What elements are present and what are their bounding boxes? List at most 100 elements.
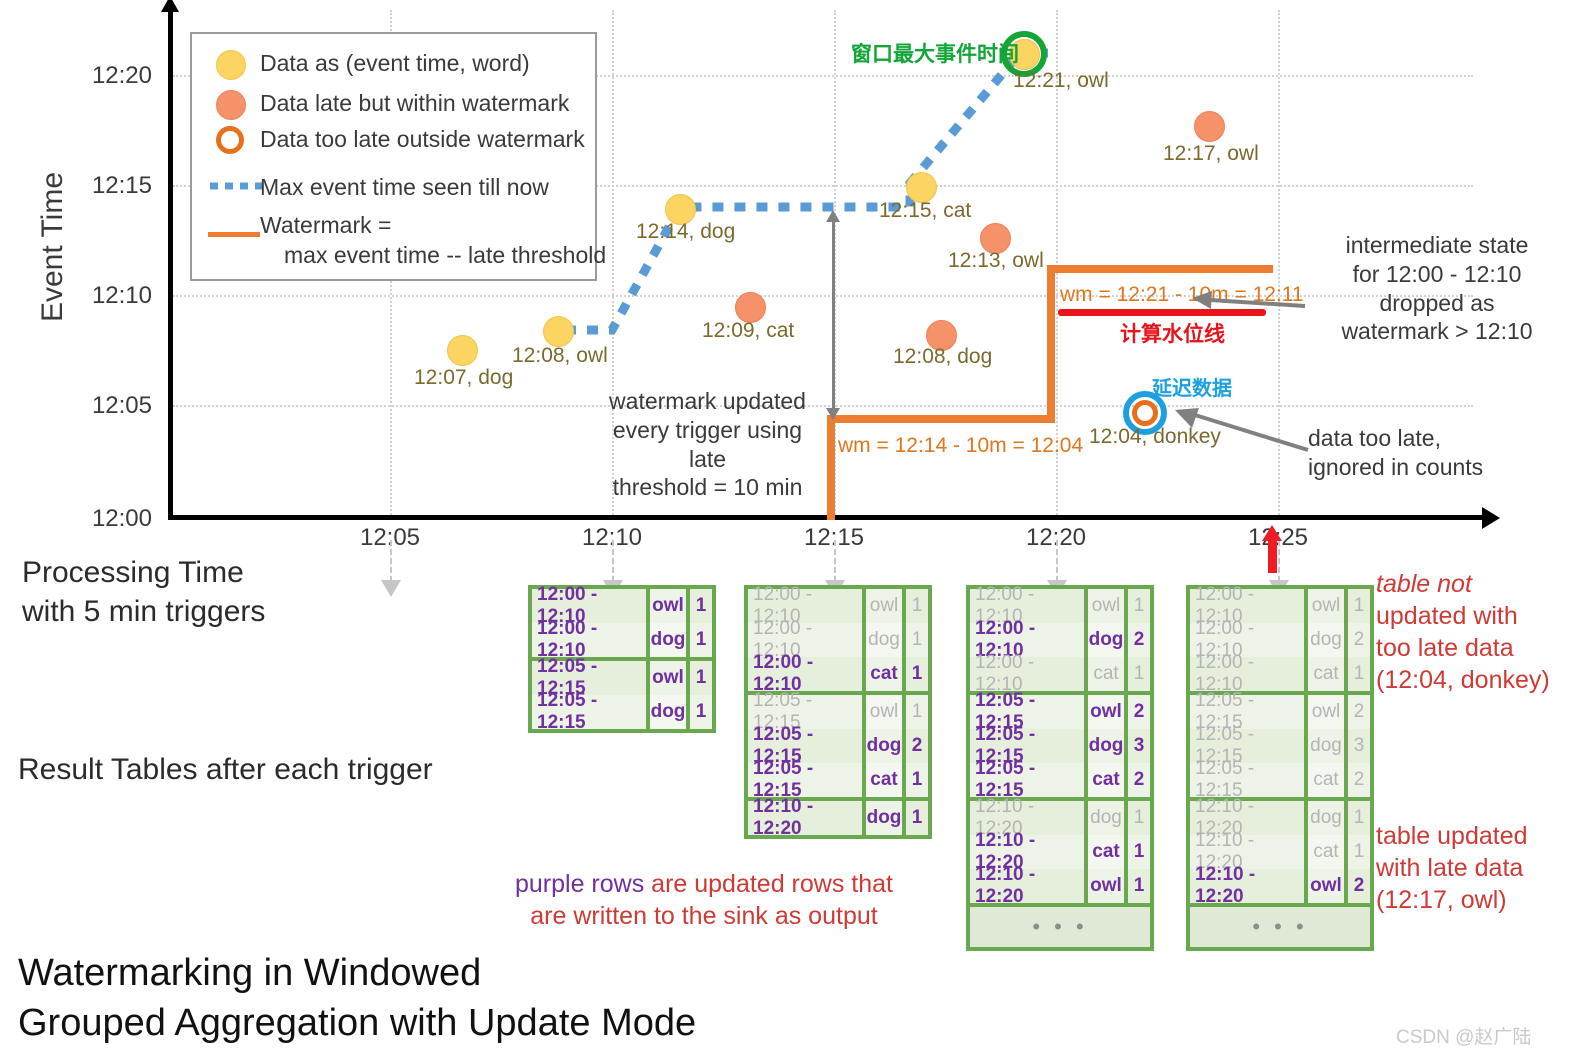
y-tick-1205: 12:05	[91, 392, 152, 419]
result-table-trigger-1220[interactable]: 12:00 - 12:10 owl 1 12:00 - 12:10 dog 2 12:00 …	[966, 584, 1154, 951]
table-cell-window: 12:05 - 12:15	[1190, 758, 1308, 801]
purple-rows-rest: are updated rows that	[644, 870, 893, 898]
table-cell-word: cat	[1088, 657, 1128, 691]
table-row-group: 12:10 - 12:20 dog 1 12:10 - 12:20 cat 1 12:10 …	[1190, 796, 1370, 907]
table-cell-count: 1	[1128, 835, 1150, 869]
y-tick-1215: 12:15	[91, 172, 152, 199]
table-cell-word: dog	[1308, 801, 1348, 835]
intermediate-state-pointer-arrow	[1192, 291, 1306, 309]
legend-marker-too-late	[216, 126, 244, 154]
table-cell-word: dog	[866, 801, 906, 835]
table-cell-count: 1	[690, 623, 712, 657]
legend-label-late-within: Data late but within watermark	[260, 90, 570, 116]
table-row[interactable]: 12:05 - 12:15 cat 2	[1190, 758, 1370, 801]
result-table-trigger-1215[interactable]: 12:00 - 12:10 owl 1 12:00 - 12:10 dog 1 12:00 …	[744, 584, 932, 839]
csdn-watermark: CSDN @赵广陆	[1396, 1027, 1532, 1048]
data-point-1217-owl[interactable]	[1194, 111, 1225, 142]
page-title-line1: Watermarking in Windowed	[18, 948, 778, 998]
table-row[interactable]: 12:05 - 12:15 cat 1	[748, 758, 928, 801]
table-cell-word: dog	[1088, 623, 1128, 657]
table-cell-count: 1	[1128, 869, 1150, 903]
data-point-label-1209-cat: 12:09, cat	[702, 319, 795, 342]
table-ellipsis-row: • • •	[970, 907, 1150, 947]
table-row-group: 12:10 - 12:20 dog 1	[748, 796, 928, 839]
watermark-step-horizontal-1204	[827, 415, 1055, 423]
table-cell-count: 1	[690, 695, 712, 729]
table-cell-word: cat	[1088, 763, 1128, 797]
table-row[interactable]: 12:10 - 12:20 dog 1	[748, 796, 928, 839]
table-cell-count: 1	[1128, 801, 1150, 835]
watermark-updated-note-line1: watermark updated	[609, 388, 806, 414]
max-event-time-cn-label: 窗口最大事件时间	[851, 43, 1019, 66]
table-row[interactable]: 12:00 - 12:10 cat 1	[1190, 652, 1370, 695]
data-point-1208-owl[interactable]	[543, 316, 574, 347]
data-point-label-1208-owl: 12:08, owl	[512, 344, 608, 367]
table-cell-count: 3	[1348, 729, 1370, 763]
watermark-step-vertical-1215	[827, 415, 835, 520]
table-cell-word: owl	[1088, 869, 1128, 903]
y-axis-arrowhead	[161, 0, 179, 12]
table-cell-count: 1	[906, 763, 928, 797]
table-cell-word: owl	[1088, 589, 1128, 623]
purple-rows-note-line2: are written to the sink as output	[530, 902, 878, 930]
page-title-line1-a: Watermarking	[18, 952, 254, 994]
table-cell-word: dog	[650, 695, 690, 729]
table-updated-note-line2: with late data	[1376, 854, 1524, 882]
legend: Data as (event time, word) Data late but…	[190, 32, 606, 281]
table-cell-word: cat	[1088, 835, 1128, 869]
table-row[interactable]: 12:05 - 12:15 cat 2	[970, 758, 1150, 801]
table-updated-note-line3: (12:17, owl)	[1376, 886, 1507, 914]
table-row[interactable]: 12:10 - 12:20 owl 2	[1190, 864, 1370, 907]
legend-label-max-event-line: Max event time seen till now	[260, 174, 549, 200]
intermediate-state-note-line2: for 12:00 - 12:10	[1352, 260, 1522, 287]
table-cell-count: 2	[1348, 763, 1370, 797]
table-row[interactable]: 12:00 - 12:10 cat 1	[970, 652, 1150, 695]
table-cell-window: 12:10 - 12:20	[970, 864, 1088, 907]
table-not-updated-note-line1: table not	[1376, 568, 1576, 600]
intermediate-state-note-line1: intermediate state	[1345, 232, 1529, 258]
page-title-line1-b: in	[253, 952, 304, 994]
data-too-late-note-line2: ignored in counts	[1308, 453, 1484, 480]
table-cell-window: 12:05 - 12:15	[970, 758, 1088, 801]
table-not-updated-note-line2: updated with	[1376, 602, 1518, 630]
table-cell-count: 2	[1348, 695, 1370, 729]
data-point-label-1215-cat: 12:15, cat	[879, 199, 972, 222]
table-row-group: 12:00 - 12:10 owl 1 12:00 - 12:10 dog 2 12:00 …	[970, 584, 1150, 695]
table-cell-window: 12:05 - 12:15	[532, 690, 650, 733]
table-cell-count: 1	[1348, 589, 1370, 623]
result-table-trigger-1210[interactable]: 12:00 - 12:10 owl 1 12:00 - 12:10 dog 1 12:05 …	[528, 584, 716, 733]
table-not-updated-note-line1-text: table not	[1376, 570, 1472, 598]
page-title-line2: Grouped Aggregation with Update Mode	[18, 998, 778, 1048]
table-cell-word: dog	[1308, 623, 1348, 657]
data-point-1204-donkey[interactable]	[1132, 400, 1158, 426]
page-title-line2-c: Update Mode	[467, 1002, 697, 1045]
data-point-label-1214-dog: 12:14, dog	[636, 220, 736, 243]
table-row-group: 12:00 - 12:10 owl 1 12:00 - 12:10 dog 1	[532, 584, 712, 661]
result-table-trigger-1225[interactable]: 12:00 - 12:10 owl 1 12:00 - 12:10 dog 2 12:00 …	[1186, 584, 1374, 951]
table-row[interactable]: 12:05 - 12:15 dog 1	[532, 690, 712, 733]
table-ellipsis-row: • • •	[1190, 907, 1370, 947]
table-cell-word: owl	[1088, 695, 1128, 729]
watermark-updated-note: watermark updated every trigger using la…	[600, 387, 815, 502]
legend-label-on-time: Data as (event time, word)	[260, 50, 530, 76]
table-not-updated-note-line4: (12:04, donkey)	[1376, 666, 1550, 694]
table-cell-word: dog	[1088, 729, 1128, 763]
table-cell-count: 2	[1128, 695, 1150, 729]
watermark-step-horizontal-1211	[1047, 265, 1273, 273]
table-cell-count: 1	[906, 801, 928, 835]
data-point-label-1208-dog: 12:08, dog	[893, 345, 993, 368]
table-row-group: 12:05 - 12:15 owl 2 12:05 - 12:15 dog 3 12:05 …	[970, 690, 1150, 801]
table-cell-count: 1	[906, 657, 928, 691]
late-data-cn-label: 延迟数据	[1152, 378, 1232, 400]
data-point-label-1217-owl: 12:17, owl	[1163, 142, 1259, 165]
table-row[interactable]: 12:00 - 12:10 cat 1	[748, 652, 928, 695]
table-cell-word: owl	[866, 695, 906, 729]
processing-time-caption-line1: Processing Time	[22, 556, 244, 589]
table-cell-word: owl	[1308, 695, 1348, 729]
data-point-1207-dog[interactable]	[447, 335, 478, 366]
page-title-line1-c: Windowed	[303, 952, 482, 994]
data-too-late-note: data too late, ignored in counts	[1308, 424, 1558, 482]
table-row[interactable]: 12:10 - 12:20 owl 1	[970, 864, 1150, 907]
legend-label-watermark-line: Watermark =	[260, 212, 392, 238]
table-row[interactable]: 12:00 - 12:10 dog 1	[532, 618, 712, 661]
